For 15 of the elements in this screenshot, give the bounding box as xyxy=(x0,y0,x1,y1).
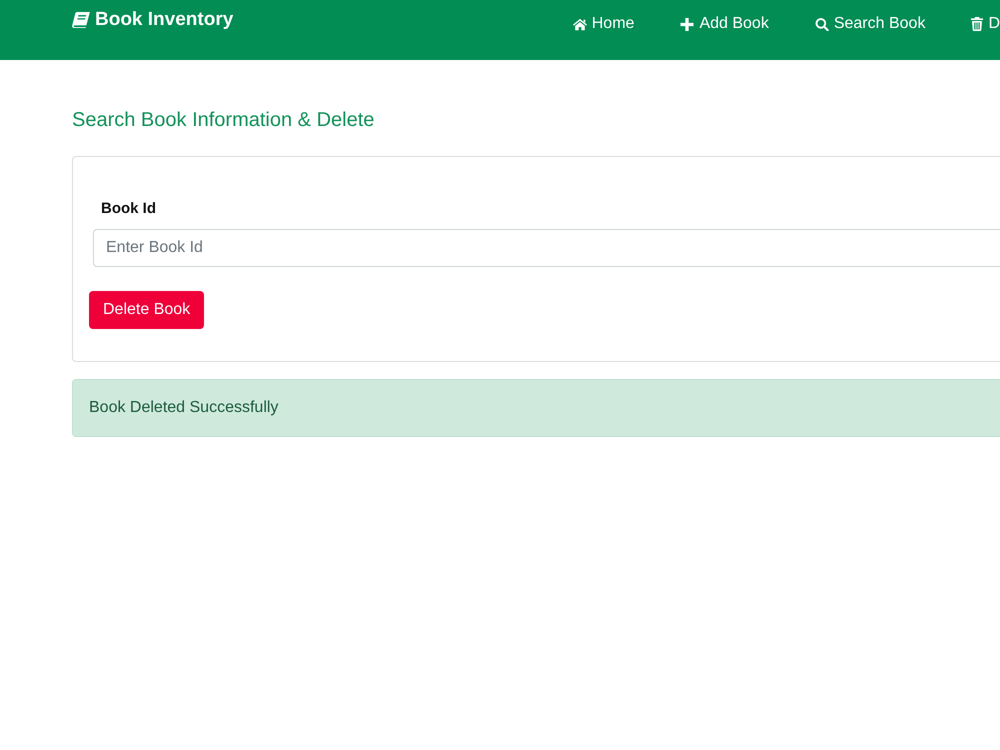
nav-link[interactable]: Home xyxy=(572,12,634,36)
home-icon xyxy=(572,18,587,30)
plus-icon xyxy=(680,18,694,30)
brand-link[interactable]: Book Inventory xyxy=(72,8,234,32)
nav-link[interactable]: Add Book xyxy=(680,12,769,36)
book-id-field[interactable]: Enter Book Id xyxy=(93,229,1000,267)
book-icon xyxy=(72,12,90,28)
nav-link[interactable]: D xyxy=(971,12,1000,36)
page-heading: Search Book Information & Delete xyxy=(72,108,376,132)
nav-link[interactable]: Search Book xyxy=(814,12,926,36)
success-alert: Book Deleted Successfully xyxy=(72,379,1000,437)
field-label: Book Id xyxy=(101,199,156,219)
trash-icon xyxy=(971,17,984,31)
search-icon xyxy=(814,18,829,30)
delete-button[interactable]: Delete Book xyxy=(89,291,204,329)
